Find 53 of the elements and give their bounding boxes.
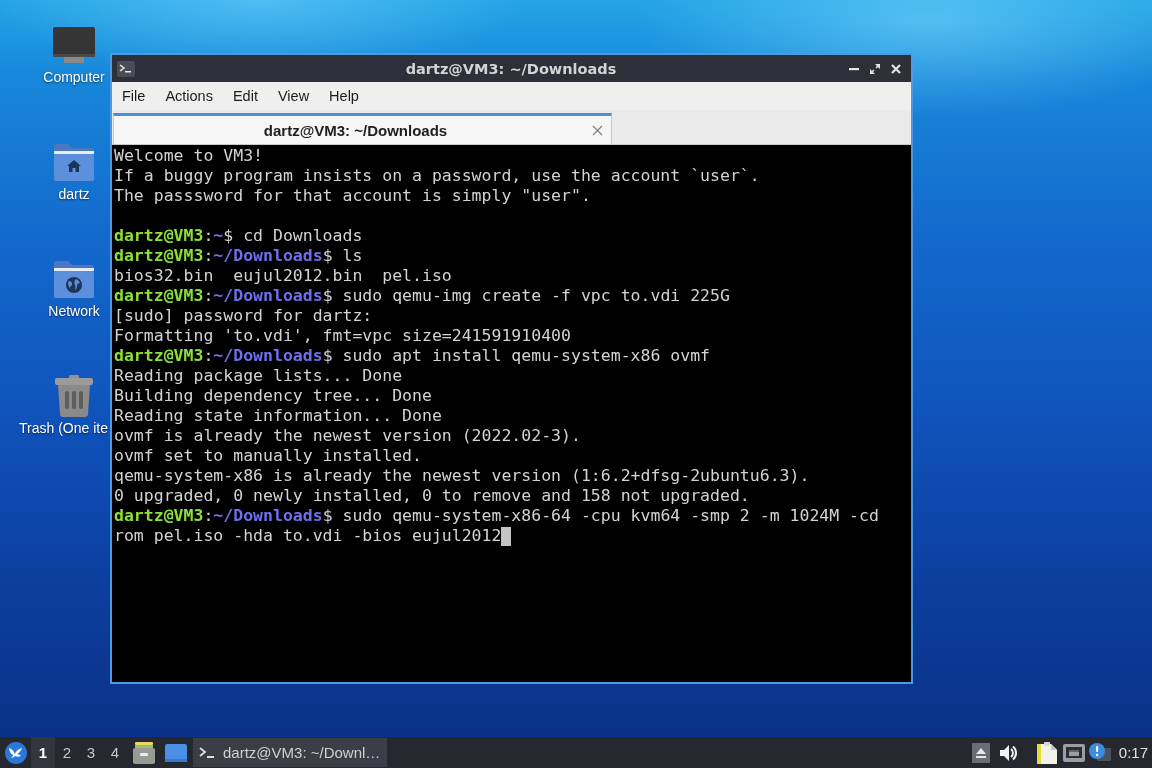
- task-button[interactable]: dartz@VM3: ~/Downl…: [193, 738, 387, 767]
- terminal-line: [sudo] password for dartz:: [114, 306, 373, 326]
- speaker-icon: [999, 744, 1018, 761]
- terminal-line: 0 upgraded, 0 newly installed, 0 to remove and 158 not upgraded.: [114, 486, 750, 506]
- terminal-line: dartz@VM3:~/Downloads$ sudo apt install qemu-system-x86 ovmf: [114, 346, 711, 366]
- terminal-line: ovmf set to manually installed.: [114, 446, 422, 466]
- file-cabinet-icon: [133, 741, 155, 764]
- screen-icon: [165, 743, 187, 762]
- clock-text: 0:17: [1118, 744, 1148, 761]
- terminal-icon: [199, 746, 215, 759]
- terminal-line: Reading state information... Done: [114, 406, 442, 426]
- home-folder-icon[interactable]: [54, 143, 94, 181]
- window-title: dartz@VM3: ~/Downloads: [404, 60, 618, 77]
- terminal-line: rom pel.iso -hda to.vdi -bios eujul2012: [114, 526, 502, 546]
- terminal-line: If a buggy program insists on a password, use the account `user`.: [114, 166, 760, 186]
- tab[interactable]: dartz@VM3: ~/Downloads: [113, 113, 612, 144]
- workspace-button[interactable]: 4: [103, 737, 127, 768]
- menu-item[interactable]: View: [267, 85, 320, 107]
- terminal-line: dartz@VM3:~$ cd Downloads: [114, 226, 363, 246]
- close-icon: [591, 124, 603, 136]
- terminal-line: dartz@VM3:~/Downloads$ sudo qemu-img create -f vpc to.vdi 225G: [114, 286, 730, 306]
- icon-label[interactable]: Network: [48, 302, 100, 320]
- menu-item[interactable]: Actions: [155, 85, 223, 107]
- menu-item[interactable]: File: [112, 85, 156, 107]
- workspace-button[interactable]: 3: [79, 737, 103, 768]
- terminal-line: bios32.bin eujul2012.bin pel.iso: [114, 266, 452, 286]
- terminal-line: dartz@VM3:~/Downloads$ sudo qemu-system-x86-64 -cpu kvm64 -smp 2 -m 1024M -cd: [114, 506, 879, 526]
- eject-icon: [971, 742, 990, 763]
- icon-label[interactable]: dartz: [58, 185, 90, 203]
- icon-label[interactable]: Computer: [43, 68, 105, 86]
- terminal-line: ovmf is already the newest version (2022.02-3).: [114, 426, 581, 446]
- alert-icon: [1088, 742, 1111, 763]
- workspace-button[interactable]: 2: [55, 737, 79, 768]
- trash-can-icon[interactable]: [55, 375, 93, 417]
- note-icon: [1036, 741, 1057, 764]
- close-icon: [890, 63, 901, 74]
- icon-label[interactable]: Trash (One ite: [19, 419, 108, 437]
- network-port-icon: [1062, 743, 1085, 762]
- terminal-icon: [117, 60, 135, 77]
- bird-logo-icon: [5, 741, 27, 764]
- terminal-line: Formatting 'to.vdi', fmt=vpc size=241591910400: [114, 326, 571, 346]
- terminal-line: Welcome to VM3!: [114, 146, 263, 166]
- maximize-icon: [869, 63, 880, 74]
- terminal-line: Building dependency tree... Done: [114, 386, 432, 406]
- globe-folder-icon[interactable]: [54, 260, 94, 298]
- monitor-icon[interactable]: [53, 27, 95, 63]
- workspace-button[interactable]: 1: [31, 737, 55, 768]
- terminal-line: dartz@VM3:~/Downloads$ ls: [114, 246, 363, 266]
- menu-item[interactable]: Help: [319, 85, 369, 107]
- terminal-line: Reading package lists... Done: [114, 366, 403, 386]
- menu-item[interactable]: Edit: [222, 85, 268, 107]
- terminal-line: The passsword for that account is simply "user".: [114, 186, 591, 206]
- terminal-line: qemu-system-x86 is already the newest version (1:6.2+dfsg-2ubuntu6.3).: [114, 466, 810, 486]
